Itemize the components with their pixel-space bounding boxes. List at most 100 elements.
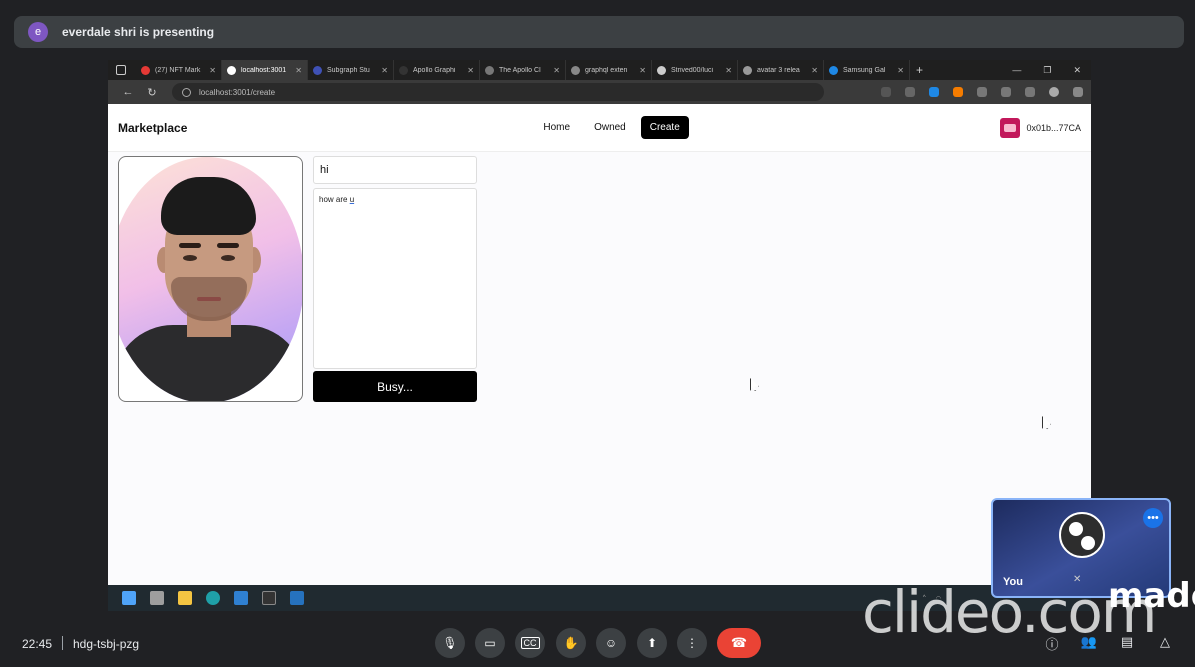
file-explorer-icon[interactable] [178, 591, 192, 605]
shared-screen: (27) NFT Mark ✕ localhost:3001 ✕ Subgrap… [108, 60, 1091, 611]
camera-icon: ▭ [484, 636, 496, 650]
url-field[interactable]: localhost:3001/create [172, 83, 824, 101]
chat-icon[interactable]: ▤ [1118, 634, 1136, 652]
wallet-button[interactable]: 0x01b...77CA [1000, 117, 1081, 138]
close-tab-icon[interactable]: ✕ [725, 66, 732, 75]
close-tab-icon[interactable]: ✕ [467, 66, 474, 75]
watermark-made: made [1108, 576, 1195, 616]
tab-label: Strived00/luci [671, 66, 714, 74]
windows-start-icon[interactable] [122, 591, 136, 605]
task-view-icon[interactable] [150, 591, 164, 605]
github-icon [657, 65, 666, 75]
camera-button[interactable]: ▭ [475, 628, 505, 658]
tab-label: The Apollo Cl [499, 66, 541, 74]
refresh-icon[interactable]: ↻ [140, 86, 164, 99]
close-tab-icon[interactable]: ✕ [553, 66, 560, 75]
terminal-icon[interactable] [262, 591, 276, 605]
browser-tab-active[interactable]: localhost:3001 ✕ [222, 60, 308, 80]
meeting-code: hdg-tsbj-pzg [73, 637, 140, 651]
browser-tab[interactable]: Apollo Graphi ✕ [394, 60, 480, 80]
powershell-icon[interactable] [290, 591, 304, 605]
mic-icon: 🎙 [442, 636, 458, 650]
people-icon[interactable]: 👥 [1080, 634, 1098, 652]
captions-button[interactable]: CC [515, 628, 545, 658]
description-input[interactable]: how are u [313, 188, 477, 369]
more-options-button[interactable]: ⋮ [677, 628, 707, 658]
main-nav: Home Owned Create [534, 116, 689, 139]
close-tab-icon[interactable]: ✕ [639, 66, 646, 75]
window-controls: — ❐ ✕ [1012, 65, 1091, 76]
edge-icon[interactable] [206, 591, 220, 605]
presenter-banner: e everdale shri is presenting [14, 16, 1184, 48]
presenter-avatar: e [28, 22, 48, 42]
obs-logo-icon [1059, 512, 1105, 558]
raise-hand-button[interactable]: ✋ [556, 628, 586, 658]
site-info-icon[interactable] [182, 87, 191, 97]
nav-create[interactable]: Create [640, 116, 689, 139]
minimize-icon[interactable]: — [1012, 65, 1021, 76]
wallet-avatar-icon [1000, 117, 1021, 138]
tab-actions-icon[interactable] [116, 65, 126, 75]
divider [62, 636, 63, 650]
close-tab-icon[interactable]: ✕ [295, 66, 302, 75]
photo-eye [183, 255, 197, 261]
read-aloud-icon[interactable] [881, 87, 891, 97]
site-icon [743, 65, 752, 75]
name-input[interactable]: hi [313, 156, 477, 184]
browser-tab[interactable]: The Apollo Cl ✕ [480, 60, 566, 80]
collections-icon[interactable] [1025, 87, 1035, 97]
more-options-icon: ⋮ [686, 636, 698, 650]
photo-hair [161, 177, 256, 235]
browser-tab[interactable]: Samsung Gal ✕ [824, 60, 910, 80]
favorites-icon[interactable] [1001, 87, 1011, 97]
mic-button[interactable]: 🎙 [435, 628, 465, 658]
favorite-icon[interactable] [905, 87, 915, 97]
close-window-icon[interactable]: ✕ [1073, 65, 1081, 76]
metamask-icon[interactable] [953, 87, 963, 97]
meeting-info-icon[interactable]: ⓘ [1043, 634, 1061, 652]
browser-tab[interactable]: (27) NFT Mark ✕ [136, 60, 222, 80]
tab-label: (27) NFT Mark [155, 66, 201, 74]
extension-icon[interactable] [929, 87, 939, 97]
emoji-button[interactable]: ☺ [596, 628, 626, 658]
profile-icon[interactable] [1049, 87, 1059, 97]
close-tab-icon[interactable]: ✕ [381, 66, 388, 75]
submit-button[interactable]: Busy... [313, 371, 477, 402]
extensions [881, 87, 1083, 97]
close-tab-icon[interactable]: ✕ [897, 66, 904, 75]
new-tab-icon[interactable]: + [916, 63, 923, 77]
activities-icon[interactable]: △ [1156, 634, 1174, 652]
site-icon [399, 65, 408, 75]
browser-tab[interactable]: Subgraph Stu ✕ [308, 60, 394, 80]
description-text: how are [319, 195, 350, 204]
tab-label: Samsung Gal [843, 66, 886, 74]
tab-label: localhost:3001 [241, 66, 287, 74]
nav-owned[interactable]: Owned [585, 116, 635, 139]
nav-home[interactable]: Home [534, 116, 579, 139]
browser-tab[interactable]: graphql exten ✕ [566, 60, 652, 80]
wallet-address: 0x01b...77CA [1026, 122, 1081, 133]
more-icon[interactable] [1073, 87, 1083, 97]
tile-more-icon[interactable]: ••• [1143, 508, 1163, 528]
back-icon[interactable]: ← [116, 86, 140, 98]
misspelled-word: u [349, 195, 355, 204]
vscode-icon[interactable] [234, 591, 248, 605]
photo-mouth [197, 297, 221, 301]
browser-tab[interactable]: avatar 3 relea ✕ [738, 60, 824, 80]
close-tab-icon[interactable]: ✕ [811, 66, 818, 75]
site-icon [227, 65, 236, 75]
end-call-icon: ☎ [730, 635, 748, 650]
site-icon [313, 65, 322, 75]
brand-title[interactable]: Marketplace [118, 121, 187, 135]
browser-tab[interactable]: Strived00/luci ✕ [652, 60, 738, 80]
app-header: Marketplace Home Owned Create 0x01b...77… [108, 104, 1091, 152]
maximize-icon[interactable]: ❐ [1043, 65, 1051, 76]
close-tab-icon[interactable]: ✕ [209, 66, 216, 75]
meeting-time: 22:45 [22, 637, 53, 651]
present-button[interactable]: ⬆ [637, 628, 667, 658]
presenter-label: everdale shri is presenting [62, 25, 215, 39]
raise-hand-icon: ✋ [563, 636, 579, 650]
extensions-icon[interactable] [977, 87, 987, 97]
end-call-button[interactable]: ☎ [717, 628, 761, 658]
image-upload-preview[interactable] [118, 156, 303, 402]
